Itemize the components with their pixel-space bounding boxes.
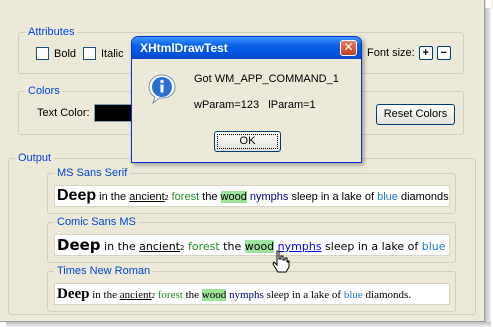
ancient-word: ancient bbox=[129, 191, 165, 203]
dialog-message-line2: wParam=123 lParam=1 bbox=[194, 99, 316, 111]
italic-checkbox[interactable]: Italic bbox=[83, 47, 124, 60]
deep-word: Deep bbox=[57, 236, 101, 254]
wood-word: wood bbox=[220, 191, 247, 203]
text-run: the bbox=[199, 191, 221, 203]
text-run: diamonds. bbox=[397, 191, 450, 203]
text-run: sleep in a lake of bbox=[288, 191, 378, 203]
italic-label: Italic bbox=[101, 47, 124, 60]
blue-word: blue bbox=[421, 240, 446, 253]
font-size-control: Font size: + − bbox=[367, 46, 451, 60]
dialog-message-line1: Got WM_APP_COMMAND_1 bbox=[194, 73, 339, 85]
blue-word: blue bbox=[343, 289, 363, 301]
text-run: sleep in a lake of bbox=[263, 289, 344, 301]
ok-button[interactable]: OK bbox=[214, 131, 281, 152]
ancient-word: ancient bbox=[119, 289, 152, 301]
sample-text: Deep in the ancient2 forest the wood nym… bbox=[54, 283, 450, 305]
bold-checkbox[interactable]: Bold bbox=[36, 47, 76, 60]
superscript: 2 bbox=[164, 195, 169, 202]
sample-font-label: Comic Sans MS bbox=[54, 216, 139, 229]
sample-font-label: MS Sans Serif bbox=[54, 167, 131, 180]
font-size-increase-button[interactable]: + bbox=[418, 46, 433, 60]
sample-font-label: Times New Roman bbox=[54, 265, 154, 278]
attributes-legend: Attributes bbox=[25, 26, 78, 39]
sample-text: Deep in the ancient2 forest the wood nym… bbox=[54, 234, 450, 256]
blue-word: blue bbox=[377, 191, 398, 203]
font-size-label: Font size: bbox=[367, 47, 415, 59]
ancient-word: ancient bbox=[139, 240, 180, 253]
forest-word: forest bbox=[187, 240, 220, 253]
forest-word: forest bbox=[171, 191, 200, 203]
window-shadow-bottom bbox=[6, 322, 491, 327]
text-run: in the bbox=[96, 191, 130, 203]
nymphs-link[interactable]: nymphs bbox=[229, 289, 264, 301]
text-run: the bbox=[219, 240, 245, 253]
sample-ms-sans-serif: MS Sans Serif Deep in the ancient2 fores… bbox=[47, 167, 456, 214]
text-run: the bbox=[182, 289, 202, 301]
text-run: in the bbox=[89, 289, 120, 301]
sample-comic-sans: Comic Sans MS Deep in the ancient2 fores… bbox=[47, 216, 456, 263]
dialog-title: XHtmlDrawTest bbox=[132, 37, 361, 59]
information-icon bbox=[148, 74, 176, 104]
nymphs-link[interactable]: nymphs bbox=[250, 191, 289, 203]
italic-checkbox-box[interactable] bbox=[83, 47, 96, 60]
text-run: diamo bbox=[446, 240, 449, 253]
message-dialog: XHtmlDrawTest ✕ Got WM_APP_COMMAND_1 wPa… bbox=[131, 36, 362, 163]
text-run: in the bbox=[100, 240, 140, 253]
text-run: diamonds. bbox=[362, 289, 412, 301]
deep-word: Deep bbox=[57, 286, 90, 302]
sample-text: Deep in the ancient2 forest the wood nym… bbox=[54, 185, 450, 207]
text-run: sleep in a lake of bbox=[321, 240, 422, 253]
bold-label: Bold bbox=[54, 47, 77, 60]
font-size-decrease-button[interactable]: − bbox=[436, 46, 451, 60]
hand-cursor-icon bbox=[272, 250, 290, 273]
reset-colors-button[interactable]: Reset Colors bbox=[376, 104, 455, 125]
colors-legend: Colors bbox=[25, 85, 63, 98]
output-legend: Output bbox=[15, 152, 55, 165]
main-window: Attributes Bold Italic Font size: + − Co… bbox=[0, 0, 485, 322]
deep-word: Deep bbox=[57, 187, 97, 204]
text-color-swatch[interactable] bbox=[94, 104, 134, 122]
output-group: Output MS Sans Serif Deep in the ancient… bbox=[8, 152, 476, 315]
window-shadow bbox=[485, 8, 491, 324]
wood-word: wood bbox=[201, 289, 227, 301]
sample-times-new-roman: Times New Roman Deep in the ancient2 for… bbox=[47, 265, 456, 312]
forest-word: forest bbox=[157, 289, 183, 301]
close-icon[interactable]: ✕ bbox=[340, 40, 357, 56]
bold-checkbox-box[interactable] bbox=[36, 47, 49, 60]
wood-word: wood bbox=[244, 240, 275, 253]
text-color-label: Text Color: bbox=[37, 107, 90, 119]
